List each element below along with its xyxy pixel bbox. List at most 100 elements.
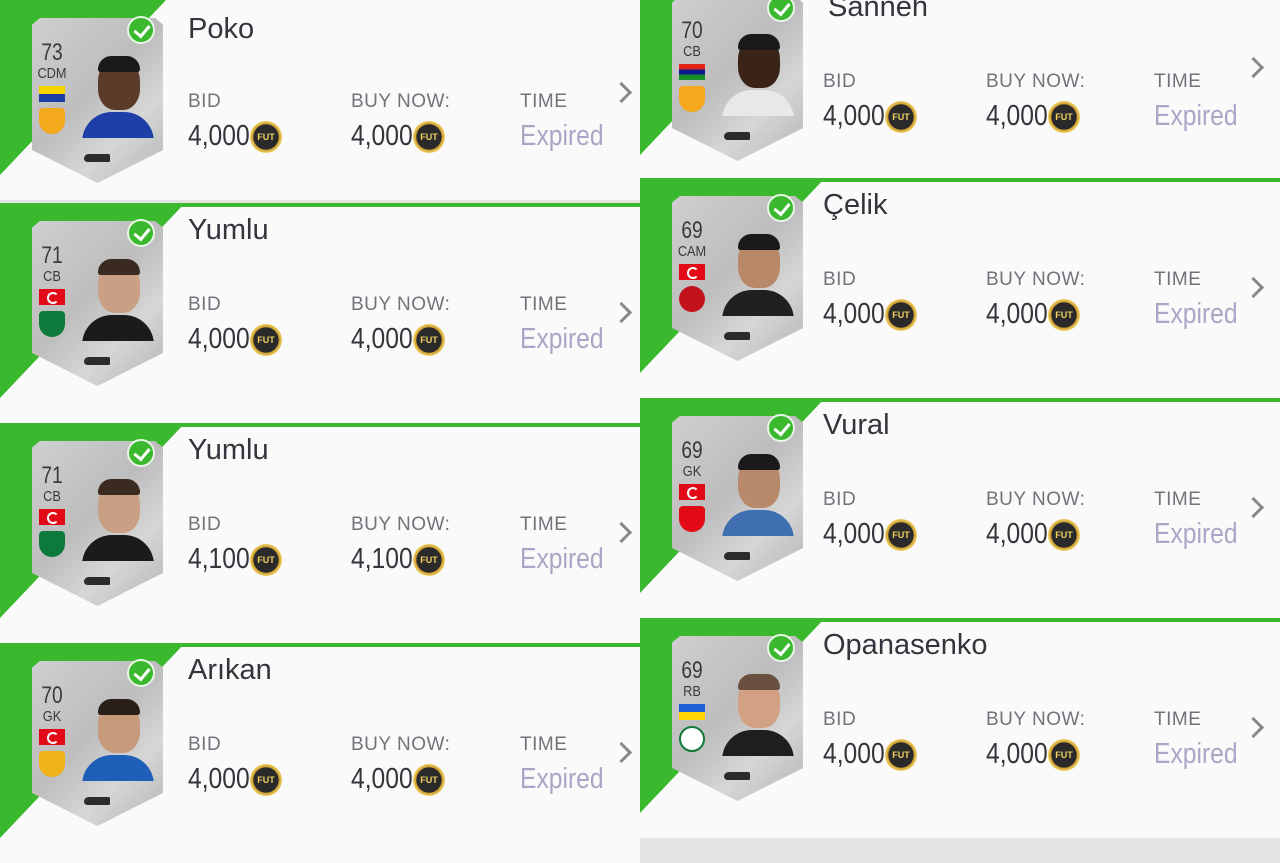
player-photo	[80, 257, 156, 341]
transfer-item-opanasenko[interactable]: 69 RB Opanasenko BID 4,000 FUT BUY NOW: …	[640, 618, 1280, 838]
boot-icon	[84, 797, 110, 805]
turkey-flag-icon	[679, 264, 705, 280]
time-value: Expired	[520, 763, 604, 795]
bid-value: 4,000	[823, 298, 885, 330]
chevron-right-icon[interactable]	[610, 81, 633, 104]
denizlispor-badge-icon	[39, 531, 65, 557]
fut-coin-icon: FUT	[250, 121, 282, 153]
player-position: CB	[43, 268, 61, 285]
player-card: 70 CB	[672, 0, 803, 161]
chevron-right-icon[interactable]	[610, 741, 633, 764]
time-label: TIME	[520, 514, 568, 535]
bid-value: 4,000	[188, 120, 250, 152]
bid-label: BID	[188, 91, 222, 112]
chevron-right-icon[interactable]	[610, 521, 633, 544]
bid-label: BID	[823, 709, 857, 730]
transfer-item-yumlu[interactable]: 71 CB Yumlu BID 4,000 FUT BUY NOW: 4,000…	[0, 203, 640, 423]
item-top-border	[0, 203, 640, 207]
checkmark-icon	[127, 659, 155, 687]
goztepe-badge-icon	[39, 108, 65, 134]
buy-now-label: BUY NOW:	[351, 514, 451, 535]
boot-icon	[724, 772, 750, 780]
fut-coin-icon: FUT	[1048, 101, 1080, 133]
item-top-border	[640, 618, 1280, 622]
player-photo	[720, 232, 796, 316]
time-value: Expired	[1154, 518, 1238, 550]
player-name: Vural	[823, 409, 890, 441]
item-top-border	[640, 398, 1280, 402]
transfer-item-sanneh[interactable]: 70 CB Sanneh BID 4,000 FUT BUY NOW: 4,00…	[640, 0, 1280, 180]
time-value: Expired	[1154, 298, 1238, 330]
fut-coin-icon: FUT	[885, 519, 917, 551]
chevron-right-icon[interactable]	[1242, 496, 1265, 519]
buy-now-label: BUY NOW:	[986, 269, 1086, 290]
player-position: GK	[42, 708, 62, 725]
bid-label: BID	[823, 489, 857, 510]
checkmark-icon	[127, 16, 155, 44]
time-value: Expired	[520, 323, 604, 355]
player-position: CB	[43, 488, 61, 505]
transfer-item-vural[interactable]: 69 GK Vural BID 4,000 FUT BUY NOW: 4,000…	[640, 398, 1280, 618]
buy-now-label: BUY NOW:	[351, 91, 451, 112]
chevron-right-icon[interactable]	[1242, 276, 1265, 299]
buy-now-label: BUY NOW:	[986, 709, 1086, 730]
fut-coin-icon: FUT	[250, 544, 282, 576]
player-rating: 71	[41, 242, 63, 269]
bid-label: BID	[188, 514, 222, 535]
player-rating: 69	[681, 217, 703, 244]
buy-now-label: BUY NOW:	[986, 71, 1086, 92]
boot-icon	[724, 332, 750, 340]
checkmark-icon	[127, 219, 155, 247]
turkey-flag-icon	[39, 509, 65, 525]
guyana-flag-icon	[39, 86, 65, 102]
denizlispor-badge-icon	[39, 311, 65, 337]
kayserispor-badge-icon	[39, 751, 65, 777]
checkmark-icon	[127, 439, 155, 467]
buy-now-value: 4,000	[986, 518, 1048, 550]
fut-coin-icon: FUT	[1048, 739, 1080, 771]
transfer-item-arikan[interactable]: 70 GK Arıkan BID 4,000 FUT BUY NOW: 4,00…	[0, 643, 640, 863]
turkey-flag-icon	[39, 729, 65, 745]
fut-coin-icon: FUT	[413, 544, 445, 576]
gambia-flag-icon	[679, 64, 705, 80]
fut-coin-icon: FUT	[250, 324, 282, 356]
time-value: Expired	[520, 120, 604, 152]
bid-value: 4,100	[188, 543, 250, 575]
turkey-flag-icon	[39, 289, 65, 305]
fut-coin-icon: FUT	[413, 121, 445, 153]
bid-label: BID	[823, 71, 857, 92]
transfer-item-yumlu[interactable]: 71 CB Yumlu BID 4,100 FUT BUY NOW: 4,100…	[0, 423, 640, 643]
player-rating: 70	[681, 17, 703, 44]
transfer-list-left-column: 73 CDM Poko BID 4,000 FUT BUY NOW: 4,000…	[0, 0, 640, 863]
time-label: TIME	[520, 734, 568, 755]
time-value: Expired	[1154, 738, 1238, 770]
transfer-item-poko[interactable]: 73 CDM Poko BID 4,000 FUT BUY NOW: 4,000…	[0, 0, 640, 200]
bid-label: BID	[823, 269, 857, 290]
goztepe-badge-icon	[679, 86, 705, 112]
player-name: Opanasenko	[823, 629, 988, 661]
player-position: RB	[683, 683, 701, 700]
item-top-border	[0, 643, 640, 647]
checkmark-icon	[767, 634, 795, 662]
boot-icon	[724, 132, 750, 140]
player-name: Arıkan	[188, 654, 272, 686]
fut-coin-icon: FUT	[1048, 299, 1080, 331]
time-label: TIME	[1154, 71, 1202, 92]
fut-coin-icon: FUT	[885, 299, 917, 331]
chevron-right-icon[interactable]	[610, 301, 633, 324]
boot-icon	[724, 552, 750, 560]
time-label: TIME	[1154, 489, 1202, 510]
chevron-right-icon[interactable]	[1242, 56, 1265, 79]
chevron-right-icon[interactable]	[1242, 716, 1265, 739]
transfer-item-celik[interactable]: 69 CAM Çelik BID 4,000 FUT BUY NOW: 4,00…	[640, 178, 1280, 398]
sivasspor-badge-icon	[679, 506, 705, 532]
buy-now-value: 4,000	[351, 323, 413, 355]
boot-icon	[84, 577, 110, 585]
player-name: Sanneh	[828, 0, 928, 23]
player-photo	[720, 672, 796, 756]
boot-icon	[84, 357, 110, 365]
buy-now-value: 4,000	[351, 120, 413, 152]
fut-coin-icon: FUT	[1048, 519, 1080, 551]
checkmark-icon	[767, 414, 795, 442]
item-top-border	[0, 423, 640, 427]
